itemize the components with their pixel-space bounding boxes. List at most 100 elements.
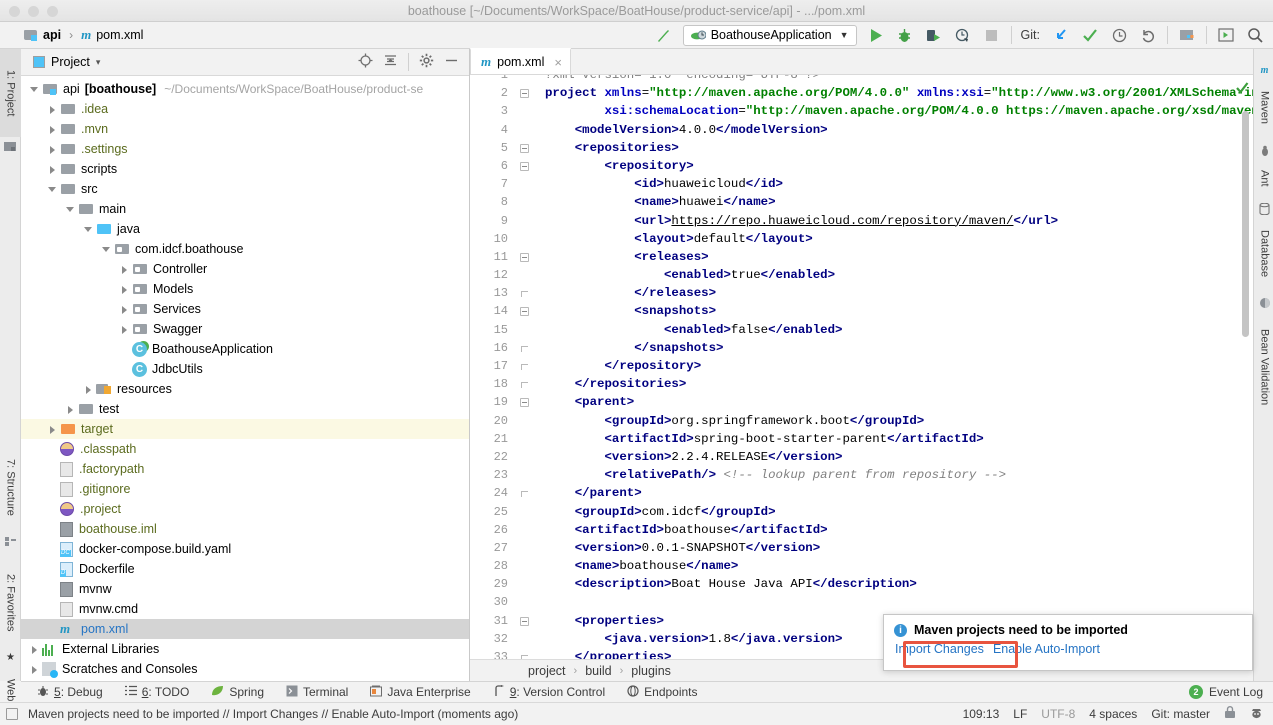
tree-node[interactable]: mpom.xml [21,619,469,639]
tree-node[interactable]: .mvn [21,119,469,139]
code-line[interactable]: <releases> [545,248,1253,266]
tab-pom-xml[interactable]: m pom.xml × [470,48,571,74]
bottom-tab-debug[interactable]: 5: Debug [37,685,103,700]
code-line[interactable]: <relativePath/> <!-- lookup parent from … [545,466,1253,484]
sidebar-item-bean-validation[interactable]: Bean Validation [1254,313,1273,421]
code-line[interactable]: </repositories> [545,375,1253,393]
chevron-down-icon[interactable] [65,204,76,215]
code-line[interactable]: <repositories> [545,139,1253,157]
code-line[interactable] [545,593,1253,611]
code-fold-end-icon[interactable] [520,344,529,353]
chevron-down-icon[interactable]: ▾ [96,57,101,68]
code-editor[interactable]: 1234567891011121314151617181920212223242… [470,75,1253,659]
profiler-icon[interactable] [953,25,973,45]
code-line[interactable]: <snapshots> [545,302,1253,320]
tree-node[interactable]: Swagger [21,319,469,339]
tree-node[interactable]: main [21,199,469,219]
inspection-profile-icon[interactable] [1250,706,1263,722]
chevron-down-icon[interactable] [47,184,58,195]
code-content[interactable]: ?xml version="1.0" encoding="UTF-8"?>pro… [545,75,1253,650]
chevron-right-icon[interactable] [47,104,58,115]
breadcrumb-project[interactable]: project [528,664,566,678]
chevron-right-icon[interactable] [47,144,58,155]
settings-gear-icon[interactable] [419,53,434,71]
chevron-right-icon[interactable] [119,304,130,315]
close-icon[interactable]: × [554,55,562,70]
bottom-tab-terminal[interactable]: Terminal [286,685,348,700]
code-line[interactable]: <layout>default</layout> [545,230,1253,248]
chevron-right-icon[interactable] [47,424,58,435]
chevron-right-icon[interactable] [29,664,40,675]
breadcrumb-item-api[interactable]: api [24,28,61,42]
code-fold-collapse-icon[interactable] [520,617,529,626]
run-configuration-selector[interactable]: BoathouseApplication ▼ [683,25,857,46]
project-tree[interactable]: api[boathouse]~/Documents/WorkSpace/Boat… [21,77,469,681]
file-encoding[interactable]: UTF-8 [1041,707,1075,721]
tree-node[interactable]: Controller [21,259,469,279]
indent-setting[interactable]: 4 spaces [1089,707,1137,721]
caret-position[interactable]: 109:13 [963,707,1000,721]
code-line[interactable]: <url>https://repo.huaweicloud.com/reposi… [545,212,1253,230]
sidebar-item-database[interactable]: Database [1254,219,1273,289]
breadcrumb-item-pom[interactable]: m pom.xml [81,27,143,43]
inspection-status-ok-icon[interactable] [1235,81,1249,95]
run-icon[interactable] [866,25,886,45]
tree-node[interactable]: CJdbcUtils [21,359,469,379]
code-line[interactable]: <description>Boat House Java API</descri… [545,575,1253,593]
code-line[interactable]: <repository> [545,157,1253,175]
tree-node[interactable]: .idea [21,99,469,119]
event-log-button[interactable]: 2 Event Log [1189,685,1273,699]
code-fold-collapse-icon[interactable] [520,253,529,262]
tree-node[interactable]: DCdocker-compose.build.yaml [21,539,469,559]
sidebar-item-project[interactable]: 1: Project [0,49,21,137]
tree-node[interactable]: src [21,179,469,199]
tree-node[interactable]: .project [21,499,469,519]
sidebar-item-favorites[interactable]: 2: Favorites [0,559,21,647]
tree-node[interactable]: .settings [21,139,469,159]
code-line[interactable]: <version>0.0.1-SNAPSHOT</version> [545,539,1253,557]
editor-vertical-scrollbar[interactable] [1242,111,1249,337]
hide-panel-icon[interactable] [444,53,459,71]
breadcrumb-build[interactable]: build [585,664,611,678]
tree-node[interactable]: java [21,219,469,239]
locate-icon[interactable] [358,53,373,71]
tree-node[interactable]: CBoathouseApplication [21,339,469,359]
code-line[interactable]: </snapshots> [545,339,1253,357]
tree-node[interactable]: .classpath [21,439,469,459]
code-line[interactable]: <groupId>com.idcf</groupId> [545,503,1253,521]
lock-icon[interactable] [1224,706,1236,722]
bottom-tab-spring[interactable]: Spring [211,685,264,700]
tree-node[interactable]: .gitignore [21,479,469,499]
breadcrumb-plugins[interactable]: plugins [631,664,671,678]
sidebar-item-structure[interactable]: 7: Structure [0,441,21,533]
bottom-tab-endpoints[interactable]: Endpoints [627,685,697,700]
tree-node[interactable]: Scratches and Consoles [21,659,469,679]
code-line[interactable]: <name>huawei</name> [545,193,1253,211]
code-line[interactable]: <name>boathouse</name> [545,557,1253,575]
code-fold-collapse-icon[interactable] [520,144,529,153]
code-line[interactable]: </repository> [545,357,1253,375]
tree-node[interactable]: scripts [21,159,469,179]
tree-node[interactable]: DDockerfile [21,559,469,579]
tree-node[interactable]: .factorypath [21,459,469,479]
sidebar-item-maven[interactable]: Maven [1254,79,1273,137]
build-icon[interactable] [654,25,674,45]
chevron-right-icon[interactable] [29,644,40,655]
debug-icon[interactable] [895,25,915,45]
toggle-toolbars-icon[interactable] [6,708,18,720]
run-with-coverage-icon[interactable] [924,25,944,45]
search-everywhere-icon[interactable] [1245,25,1265,45]
tree-node[interactable]: target [21,419,469,439]
code-line[interactable]: </releases> [545,284,1253,302]
code-line[interactable]: <id>huaweicloud</id> [545,175,1253,193]
chevron-down-icon[interactable] [101,244,112,255]
project-panel-title-group[interactable]: Project ▾ [33,55,100,69]
code-line[interactable]: <parent> [545,393,1253,411]
tree-node[interactable]: Services [21,299,469,319]
tree-node[interactable]: mvnw [21,579,469,599]
code-fold-collapse-icon[interactable] [520,307,529,316]
code-fold-end-icon[interactable] [520,380,529,389]
project-structure-icon[interactable] [1177,25,1197,45]
status-message[interactable]: Maven projects need to be imported // Im… [28,707,518,721]
chevron-right-icon[interactable] [47,124,58,135]
